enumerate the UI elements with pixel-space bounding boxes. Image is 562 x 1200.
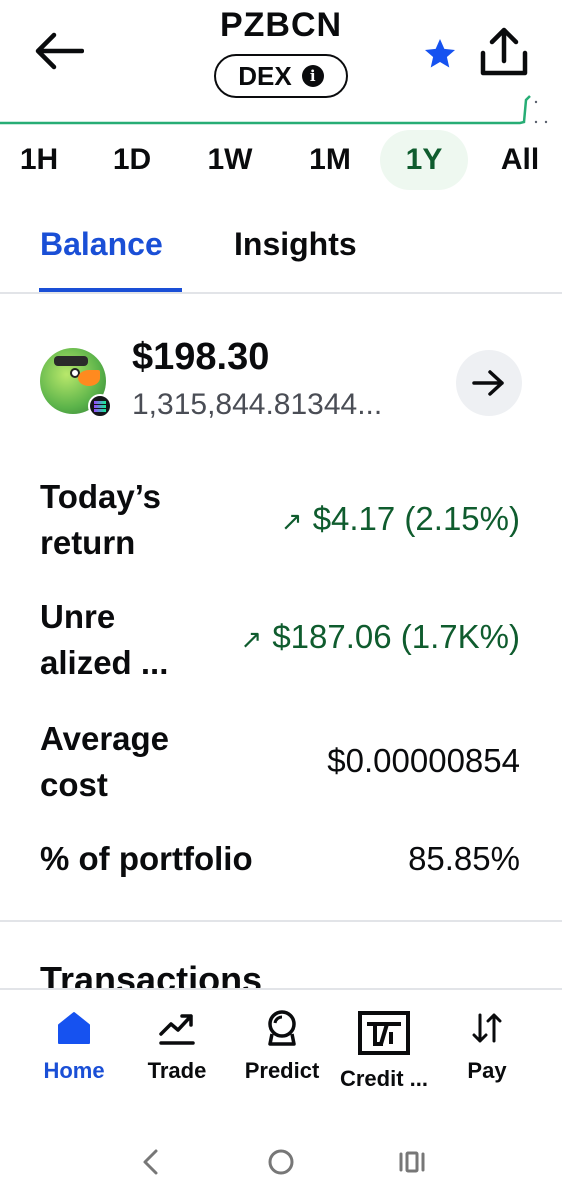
- favorite-button[interactable]: [418, 32, 462, 76]
- stat-value: ↗ $4.17 (2.15%): [280, 500, 520, 537]
- home-icon: [58, 1012, 90, 1044]
- price-chart-line: [0, 95, 548, 125]
- holding-details-button[interactable]: [456, 350, 522, 416]
- range-all[interactable]: All: [490, 130, 550, 190]
- section-tabs: Balance Insights: [0, 218, 562, 294]
- holding-amount: 1,315,844.81344...: [132, 388, 383, 421]
- section-divider: [0, 920, 562, 922]
- holding-row[interactable]: $198.30 1,315,844.81344...: [0, 336, 562, 436]
- range-1y[interactable]: 1Y: [380, 130, 468, 190]
- time-range-selector: 1H 1D 1W 1M 1Y All: [0, 130, 562, 190]
- arrow-up-right-icon: ↗: [280, 506, 303, 536]
- credit-card-icon: [358, 1011, 410, 1055]
- tab-balance[interactable]: Balance: [40, 226, 163, 263]
- transactions-heading: Transactions: [40, 959, 263, 988]
- nav-predict[interactable]: Predict: [236, 990, 328, 1114]
- info-icon: i: [301, 65, 324, 87]
- system-home-icon: [268, 1149, 294, 1175]
- transfer-arrows-icon: [472, 1013, 502, 1043]
- nav-label: Predict: [244, 1058, 320, 1083]
- bottom-navigation: Home Trade Predict Credit ... Pay: [0, 988, 562, 1112]
- nav-trade[interactable]: Trade: [136, 990, 218, 1114]
- share-icon: [480, 27, 528, 76]
- nav-label: Home: [43, 1058, 105, 1083]
- stat-value: 85.85%: [408, 840, 520, 877]
- stat-todays-return: Today’s return ↗ $4.17 (2.15%): [0, 474, 562, 566]
- stat-label: % of portfolio: [40, 840, 253, 877]
- dex-badge-label: DEX: [238, 60, 292, 91]
- solana-icon: [88, 394, 112, 418]
- stat-portfolio: % of portfolio 85.85%: [0, 836, 562, 882]
- stat-label: Average cost: [40, 720, 170, 803]
- stat-unrealized: Unre alized ... ↗ $187.06 (1.7K%): [0, 594, 562, 686]
- stat-average-cost: Average cost $0.00000854: [0, 716, 562, 808]
- system-navigation-bar: [0, 1112, 562, 1200]
- predict-icon: [268, 1010, 296, 1046]
- trade-chart-icon: [159, 1014, 195, 1045]
- system-back-button[interactable]: [130, 1142, 170, 1182]
- system-back-icon: [143, 1149, 158, 1175]
- share-button[interactable]: [474, 22, 534, 82]
- nav-label: Credit ...: [339, 1066, 428, 1091]
- nav-credit[interactable]: Credit ...: [334, 990, 434, 1114]
- arrow-right-icon: [472, 370, 504, 396]
- system-home-button[interactable]: [261, 1142, 301, 1182]
- system-recents-button[interactable]: [392, 1142, 432, 1182]
- active-tab-indicator: [39, 288, 182, 292]
- stat-label: Today’s return: [40, 478, 162, 561]
- nav-home[interactable]: Home: [34, 990, 114, 1114]
- nav-pay[interactable]: Pay: [456, 990, 518, 1114]
- range-1m[interactable]: 1M: [296, 130, 364, 190]
- star-icon: [425, 39, 455, 68]
- range-1d[interactable]: 1D: [102, 130, 162, 190]
- stat-value: ↗ $187.06 (1.7K%): [240, 618, 520, 655]
- stat-label: Unre alized ...: [40, 598, 169, 681]
- range-1w[interactable]: 1W: [196, 130, 264, 190]
- stat-value: $0.00000854: [327, 742, 520, 779]
- holding-value: $198.30: [132, 336, 270, 378]
- arrow-up-right-icon: ↗: [240, 624, 263, 654]
- system-recents-icon: [399, 1151, 425, 1173]
- nav-label: Trade: [147, 1058, 207, 1083]
- range-1h[interactable]: 1H: [10, 130, 68, 190]
- tab-insights[interactable]: Insights: [234, 226, 357, 263]
- nav-label: Pay: [467, 1058, 507, 1083]
